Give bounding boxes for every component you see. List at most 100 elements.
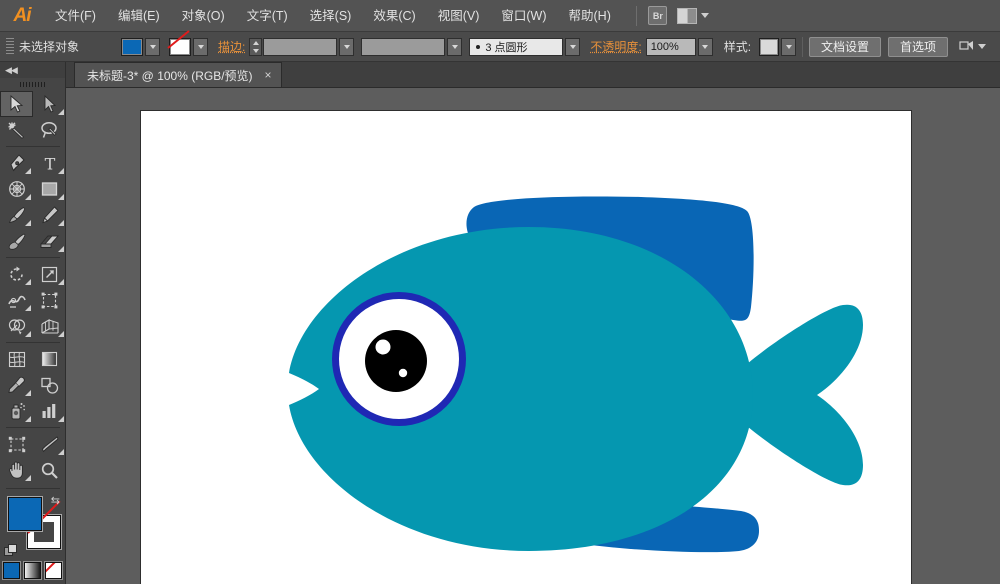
hand-icon [9, 461, 23, 479]
pen-tool[interactable] [0, 150, 33, 176]
close-icon[interactable]: × [262, 69, 275, 81]
menu-edit[interactable]: 编辑(E) [107, 0, 171, 32]
stroke-label[interactable]: 描边: [218, 38, 245, 55]
menu-help[interactable]: 帮助(H) [558, 0, 622, 32]
symbol-sprayer-tool[interactable] [0, 398, 33, 424]
menu-window[interactable]: 窗口(W) [490, 0, 557, 32]
line-segment-tool[interactable] [0, 176, 33, 202]
stroke-weight-dropdown-button[interactable] [339, 37, 355, 56]
column-graph-tool[interactable] [33, 398, 66, 424]
width-tool[interactable] [0, 287, 33, 313]
stroke-swatch-none[interactable] [169, 37, 191, 56]
control-bar-grip[interactable] [6, 37, 14, 56]
fish-illustration[interactable] [141, 111, 913, 584]
pencil-icon [41, 206, 59, 224]
opacity-dropdown-button[interactable] [697, 37, 713, 56]
opacity-label[interactable]: 不透明度: [590, 38, 641, 55]
brush-definition-input[interactable]: 3 点圆形 [469, 37, 564, 56]
brush-definition-control[interactable]: 3 点圆形 [469, 37, 581, 56]
mesh-tool[interactable] [0, 346, 33, 372]
document-tab[interactable]: 未标题-3* @ 100% (RGB/预览) × [74, 62, 282, 87]
tool-divider [6, 146, 60, 147]
stroke-weight-control[interactable] [249, 37, 355, 56]
opacity-input[interactable]: 100% [645, 37, 696, 56]
graphic-style-swatch[interactable] [759, 37, 780, 56]
menu-type[interactable]: 文字(T) [236, 0, 299, 32]
fill-color-control[interactable] [121, 37, 160, 56]
menu-effect[interactable]: 效果(C) [362, 0, 426, 32]
tool-divider [6, 257, 60, 258]
tool-panel: ◀◀ T ⇆ [0, 62, 66, 584]
stroke-profile-input[interactable] [361, 37, 446, 56]
hand-tool[interactable] [0, 457, 33, 483]
menu-object[interactable]: 对象(O) [171, 0, 236, 32]
bridge-button[interactable]: Br [645, 5, 671, 27]
tool-panel-header: ◀◀ [0, 62, 65, 78]
perspective-grid-icon [40, 318, 59, 334]
direct-selection-tool[interactable] [33, 91, 66, 117]
tool-panel-grip[interactable] [0, 78, 65, 91]
artboard[interactable] [140, 110, 912, 584]
magic-wand-icon [8, 122, 25, 139]
lasso-tool[interactable] [33, 117, 66, 143]
color-mode-button[interactable] [3, 562, 20, 579]
collapse-panel-icon[interactable]: ◀◀ [5, 65, 18, 76]
eraser-tool[interactable] [33, 228, 66, 254]
menu-select[interactable]: 选择(S) [299, 0, 363, 32]
selection-tool[interactable] [0, 91, 33, 117]
rectangle-tool[interactable] [33, 176, 66, 202]
scale-tool[interactable] [33, 261, 66, 287]
magic-wand-tool[interactable] [0, 117, 33, 143]
stroke-profile-control[interactable] [361, 37, 463, 56]
rectangle-icon [41, 182, 58, 196]
rotate-tool[interactable] [0, 261, 33, 287]
stroke-weight-input[interactable] [263, 37, 338, 56]
pupil-highlight-small[interactable] [398, 368, 408, 378]
blob-brush-icon [8, 233, 25, 250]
fill-dropdown-button[interactable] [145, 37, 160, 56]
stroke-weight-stepper[interactable] [249, 37, 263, 56]
blend-tool[interactable] [33, 372, 66, 398]
brush-dropdown-button[interactable] [565, 37, 581, 56]
eyedropper-tool[interactable] [0, 372, 33, 398]
free-transform-tool[interactable] [33, 287, 66, 313]
menu-view[interactable]: 视图(V) [427, 0, 491, 32]
spiral-grid-icon [8, 181, 25, 197]
default-fill-stroke-icon[interactable] [4, 544, 17, 557]
type-tool[interactable]: T [33, 150, 66, 176]
artboard-tool[interactable] [0, 431, 33, 457]
zoom-tool[interactable] [33, 457, 66, 483]
canvas-area[interactable] [66, 88, 1000, 584]
control-bar-overflow-button[interactable] [955, 36, 989, 58]
stroke-profile-dropdown-button[interactable] [447, 37, 463, 56]
stroke-dropdown-button[interactable] [193, 37, 208, 56]
graphic-style-control[interactable] [759, 37, 797, 56]
perspective-grid-tool[interactable] [33, 313, 66, 339]
pupil-shape[interactable] [365, 330, 427, 392]
slice-tool[interactable] [33, 431, 66, 457]
pencil-tool[interactable] [33, 202, 66, 228]
stroke-color-control[interactable] [169, 37, 208, 56]
fill-color-swatch[interactable] [8, 497, 42, 531]
graphic-style-dropdown-button[interactable] [781, 37, 797, 56]
swap-fill-stroke-icon[interactable]: ⇆ [51, 494, 60, 507]
none-mode-button[interactable] [45, 562, 62, 579]
fill-swatch[interactable] [121, 37, 143, 56]
opacity-control[interactable]: 100% [645, 37, 713, 56]
gradient-mode-button[interactable] [24, 562, 41, 579]
menu-bar: Ai 文件(F) 编辑(E) 对象(O) 文字(T) 选择(S) 效果(C) 视… [0, 0, 1000, 32]
document-tab-bar: 未标题-3* @ 100% (RGB/预览) × [66, 62, 1000, 88]
gradient-tool[interactable] [33, 346, 66, 372]
menu-file[interactable]: 文件(F) [44, 0, 107, 32]
pupil-highlight-large[interactable] [375, 339, 391, 355]
eraser-icon [40, 235, 59, 248]
style-label: 样式: [723, 40, 752, 54]
paintbrush-tool[interactable] [0, 202, 33, 228]
preferences-button[interactable]: 首选项 [888, 36, 949, 57]
arrange-documents-button[interactable] [674, 5, 712, 27]
blob-brush-tool[interactable] [0, 228, 33, 254]
document-setup-button[interactable]: 文档设置 [809, 36, 882, 57]
pen-nib-icon [10, 153, 25, 171]
document-tab-title: 未标题-3* @ 100% (RGB/预览) [87, 68, 253, 83]
shape-builder-tool[interactable] [0, 313, 33, 339]
